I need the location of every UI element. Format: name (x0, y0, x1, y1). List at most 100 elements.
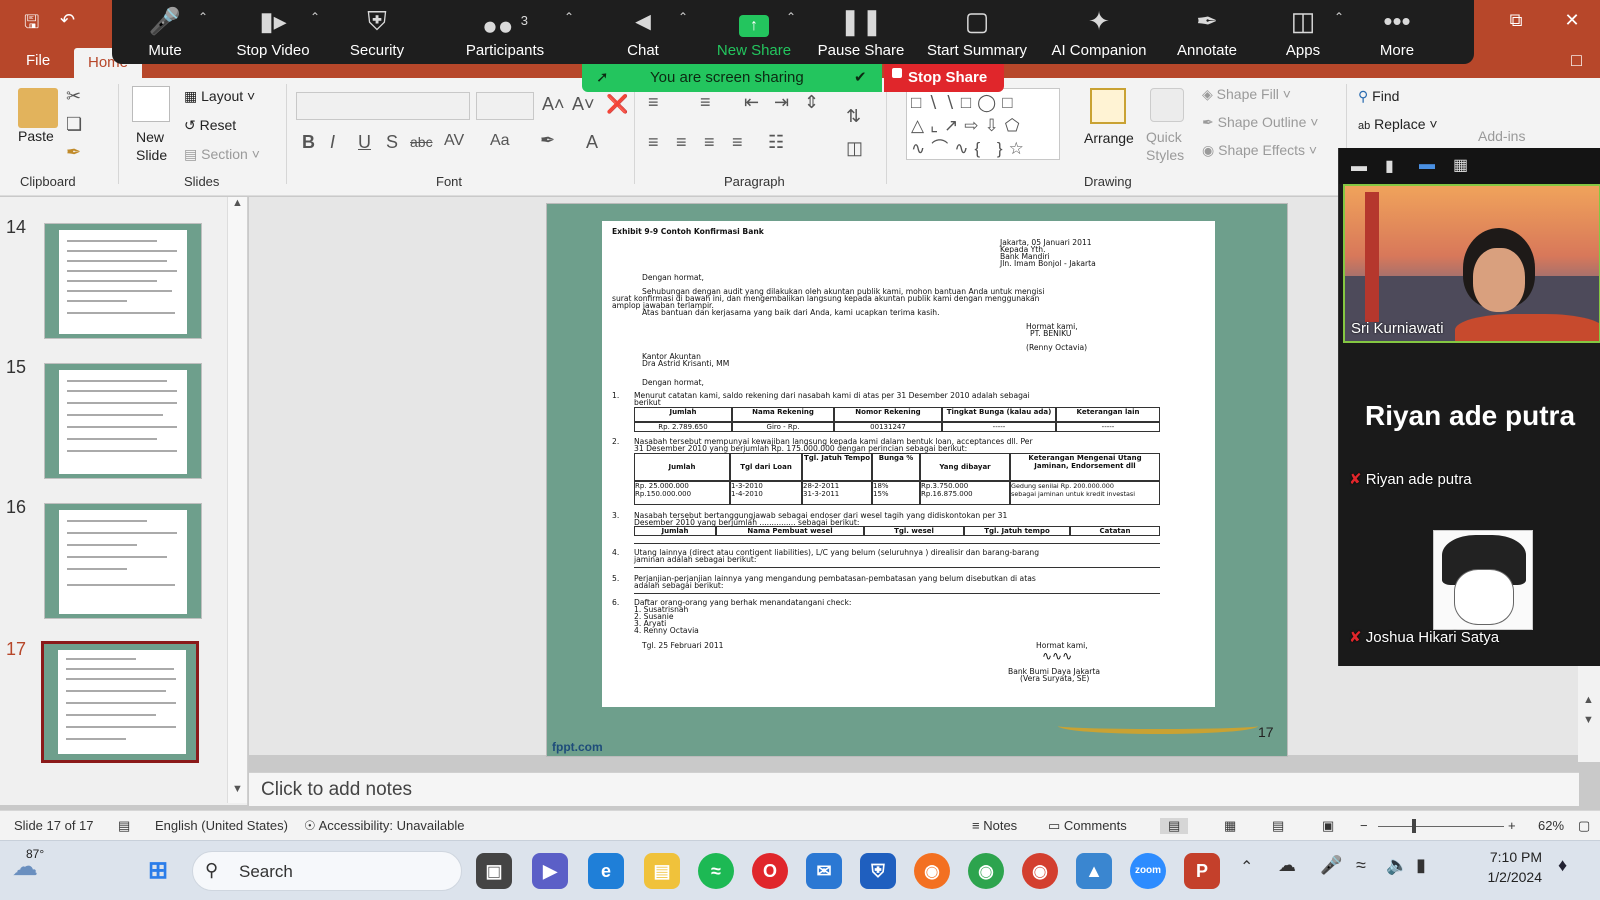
zoom-in-icon[interactable]: + (1508, 818, 1516, 833)
fit-to-window-icon[interactable]: ▢ (1578, 818, 1590, 834)
speaker-view-icon[interactable]: ▮ (1385, 156, 1394, 176)
spell-check-icon[interactable]: ▤ (118, 818, 130, 834)
show-hidden-icons-chevron-icon[interactable]: ⌃ (1240, 857, 1253, 877)
comments-icon[interactable]: □ (1571, 50, 1582, 71)
notes-toggle[interactable]: ≡ Notes (972, 818, 1017, 833)
zoom-slider[interactable] (1378, 826, 1504, 827)
font-color-button[interactable]: A (586, 132, 598, 153)
onedrive-icon[interactable]: ☁ (1278, 855, 1296, 876)
edge-icon[interactable]: e (588, 853, 624, 889)
meet-icon[interactable]: ▶ (532, 853, 568, 889)
thumbnail-scrollbar[interactable]: ▲ ▼ (227, 197, 247, 803)
align-center-icon[interactable]: ≡ (676, 132, 687, 153)
microphone-icon[interactable]: 🎤 (1320, 855, 1342, 876)
participants-button[interactable]: ●● 3 Participants (450, 4, 560, 59)
previous-slide-icon[interactable]: ▲ (1583, 694, 1594, 706)
opera-icon[interactable]: O (752, 853, 788, 889)
scroll-up-icon[interactable]: ▲ (232, 197, 243, 209)
weather-temp[interactable]: 87° (26, 847, 44, 861)
strip-view-icon[interactable]: ▬ (1419, 156, 1435, 174)
italic-button[interactable]: I (330, 132, 335, 153)
chrome-icon[interactable]: ◉ (968, 853, 1004, 889)
copy-icon[interactable]: ❏ (66, 114, 82, 135)
shapes-gallery[interactable]: □∖∖□◯□ △⌞↗⇨⇩⬠ ∿⌒∿{ }☆ (906, 88, 1060, 160)
video-options-chevron-icon[interactable]: ⌃ (310, 10, 320, 24)
battery-icon[interactable]: ▮ (1416, 855, 1426, 876)
cut-icon[interactable]: ✂ (66, 86, 81, 107)
clock-time[interactable]: 7:10 PM (1462, 849, 1542, 865)
start-summary-button[interactable]: ▢ Start Summary (922, 4, 1032, 59)
start-icon[interactable]: ⊞ (140, 853, 176, 889)
numbering-icon[interactable]: ≡ (700, 92, 711, 113)
chrome-profile-icon[interactable]: ◉ (1022, 853, 1058, 889)
grow-font-icon[interactable]: A˄ (542, 94, 565, 115)
share-chevron-icon[interactable]: ⌃ (786, 10, 796, 24)
notes-pane[interactable]: Click to add notes (249, 772, 1579, 806)
more-button[interactable]: ••• More (1342, 4, 1452, 59)
new-slide-button[interactable]: New Slide (136, 128, 167, 164)
quick-styles-icon[interactable] (1150, 88, 1184, 122)
align-left-icon[interactable]: ≡ (648, 132, 659, 153)
shape-outline-button[interactable]: ✒ Shape Outline ˅ (1202, 114, 1318, 131)
find-button[interactable]: ⚲ Find (1358, 88, 1399, 105)
strikethrough-button[interactable]: abc (410, 134, 433, 150)
text-direction-icon[interactable]: ⇅ (846, 106, 861, 127)
pause-share-button[interactable]: ❚❚ Pause Share (806, 4, 916, 59)
slide-thumbnail-15[interactable] (44, 363, 202, 479)
slide-thumbnail-14[interactable] (44, 223, 202, 339)
clear-formatting-icon[interactable]: ❌ (606, 94, 628, 115)
slide-thumbnail-17[interactable] (41, 641, 199, 763)
font-size-select[interactable] (476, 92, 534, 120)
notifications-bell-icon[interactable]: ♦ (1558, 855, 1567, 876)
ai-companion-button[interactable]: ✦ AI Companion (1044, 4, 1154, 59)
save-icon[interactable]: 🖫 (24, 10, 39, 40)
wifi-icon[interactable]: ≈ (1356, 855, 1366, 876)
slide-sorter-icon[interactable]: ▦ (1224, 818, 1236, 834)
arrange-button[interactable]: Arrange (1084, 130, 1134, 146)
align-right-icon[interactable]: ≡ (704, 132, 715, 153)
reading-view-icon[interactable]: ▤ (1272, 818, 1284, 834)
restore-icon[interactable]: ⧉ (1488, 0, 1544, 40)
quick-styles-button[interactable]: Quick Styles (1146, 128, 1184, 164)
participants-chevron-icon[interactable]: ⌃ (564, 10, 574, 24)
new-slide-icon[interactable] (132, 86, 170, 122)
normal-view-icon[interactable]: ▤ (1160, 818, 1189, 834)
language-indicator[interactable]: English (United States) (155, 818, 288, 833)
comments-toggle[interactable]: ▭ Comments (1048, 818, 1127, 834)
security-app-icon[interactable]: ⛨ (860, 853, 896, 889)
change-case-button[interactable]: Aa (490, 132, 510, 150)
mute-options-chevron-icon[interactable]: ⌃ (198, 10, 208, 24)
slide-thumbnail-16[interactable] (44, 503, 202, 619)
font-name-select[interactable] (296, 92, 470, 120)
accessibility-status[interactable]: ☉ Accessibility: Unavailable (304, 818, 465, 834)
annotate-button[interactable]: ✒ Annotate (1152, 4, 1262, 59)
justify-icon[interactable]: ≡ (732, 132, 743, 153)
zoom-slider-thumb[interactable] (1412, 819, 1416, 833)
arrange-icon[interactable] (1090, 88, 1126, 124)
next-slide-icon[interactable]: ▼ (1583, 714, 1594, 726)
spotify-icon[interactable]: ≈ (698, 853, 734, 889)
zoom-out-icon[interactable]: − (1360, 818, 1368, 833)
security-button[interactable]: ⛨ Security (322, 4, 432, 59)
scroll-down-icon[interactable]: ▼ (232, 783, 243, 795)
slideshow-icon[interactable]: ▣ (1322, 818, 1334, 834)
shrink-font-icon[interactable]: A˅ (572, 94, 595, 115)
pin-icon[interactable]: ➚ (596, 68, 609, 86)
mail-icon[interactable]: ✉ (806, 853, 842, 889)
shape-effects-button[interactable]: ◉ Shape Effects ˅ (1202, 142, 1317, 159)
file-explorer-icon[interactable]: ▤ (644, 853, 680, 889)
reset-button[interactable]: ↺ Reset (184, 117, 236, 134)
add-ins-button[interactable]: Add-ins (1478, 128, 1525, 144)
increase-indent-icon[interactable]: ⇥ (774, 92, 789, 113)
smartart-icon[interactable]: ◫ (846, 138, 863, 159)
bold-button[interactable]: B (302, 132, 315, 153)
task-view-icon[interactable]: ▣ (476, 853, 512, 889)
section-button[interactable]: ▤ Section ˅ (184, 146, 260, 163)
zoom-level[interactable]: 62% (1538, 818, 1564, 833)
shadow-button[interactable]: S (386, 132, 398, 153)
paste-icon[interactable] (18, 88, 58, 128)
chat-chevron-icon[interactable]: ⌃ (678, 10, 688, 24)
app-icon[interactable]: ◉ (914, 853, 950, 889)
volume-icon[interactable]: 🔈 (1386, 855, 1408, 876)
paste-button[interactable]: Paste (18, 128, 54, 144)
